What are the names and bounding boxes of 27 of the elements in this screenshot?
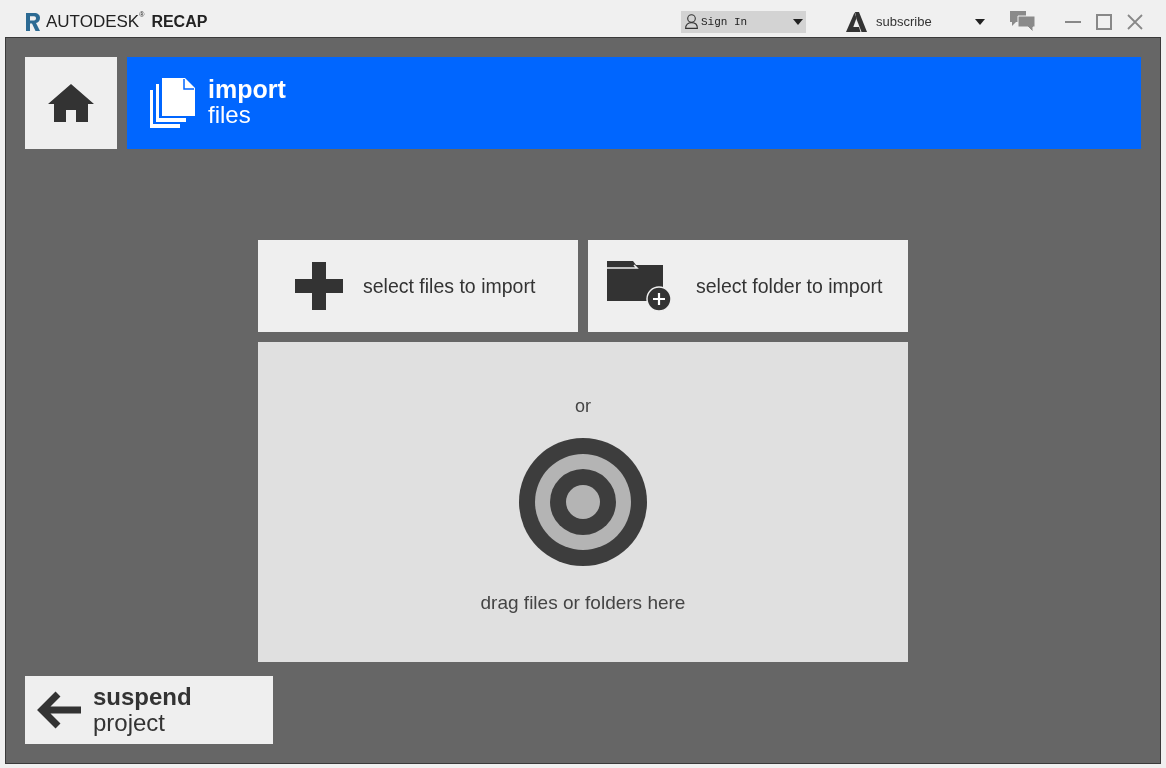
- brand-name: AUTODESK$^{®}$: [46, 11, 145, 32]
- arrow-left-icon: [37, 691, 81, 729]
- sign-in-dropdown[interactable]: Sign In: [681, 10, 806, 33]
- drop-zone[interactable]: or drag files or folders here: [258, 342, 908, 662]
- home-icon: [48, 84, 94, 122]
- select-files-button[interactable]: select files to import: [258, 240, 578, 332]
- caret-icon: [793, 18, 803, 25]
- header-title: import: [208, 75, 286, 102]
- folder-add-icon: [607, 260, 672, 312]
- select-folder-button[interactable]: select folder to import: [588, 240, 908, 332]
- documents-icon: [150, 78, 196, 128]
- product-name: RECAP: [151, 12, 208, 31]
- home-button[interactable]: [25, 57, 117, 149]
- subscribe-dropdown[interactable]: subscribe: [846, 10, 985, 33]
- target-icon: [519, 438, 647, 566]
- maximize-icon[interactable]: [1096, 13, 1112, 30]
- plus-icon: [295, 262, 343, 310]
- chat-icon[interactable]: [1010, 10, 1035, 33]
- caret-icon: [975, 18, 985, 25]
- company-logo-icon: [846, 11, 867, 32]
- drop-hint: drag files or folders here: [480, 592, 686, 614]
- or-label: or: [575, 395, 591, 417]
- product-logo-icon: [26, 12, 40, 31]
- user-icon: [685, 14, 698, 29]
- suspend-project-button[interactable]: suspend project: [25, 676, 273, 744]
- close-icon[interactable]: [1127, 13, 1143, 30]
- minimize-icon[interactable]: [1065, 20, 1081, 23]
